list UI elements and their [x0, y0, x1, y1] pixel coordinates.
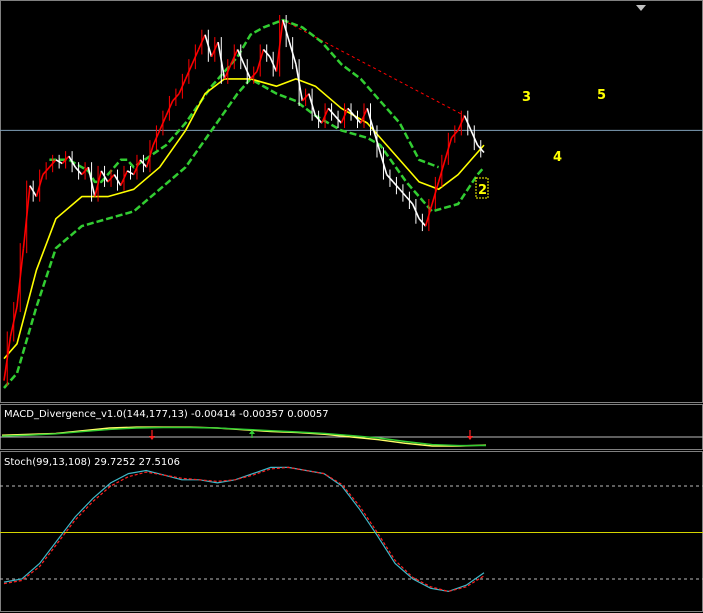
- trading-chart: 3 5 4 2 MACD_Divergence_v1.0(144,177,13)…: [0, 0, 703, 613]
- wave-label-4: 4: [553, 150, 562, 165]
- macd-label: MACD_Divergence_v1.0(144,177,13) -0.0041…: [4, 409, 329, 420]
- stoch-label: Stoch(99,13,108) 29.7252 27.5106: [4, 457, 180, 468]
- wave-label-5: 5: [597, 88, 606, 103]
- wave-label-3: 3: [522, 90, 531, 105]
- wave-label-2: 2: [478, 183, 487, 198]
